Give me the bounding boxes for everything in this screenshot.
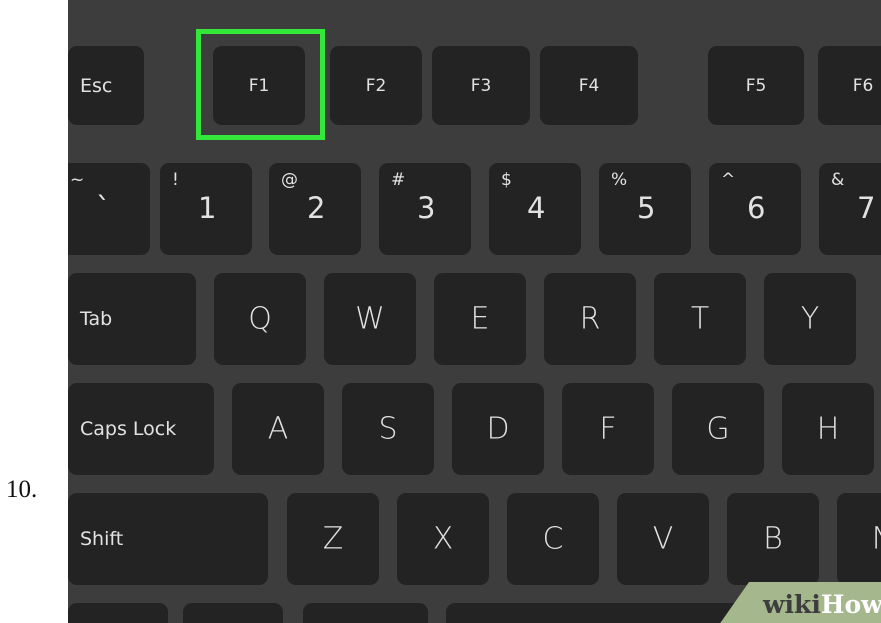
key-b: B xyxy=(727,493,819,585)
key-1: ! 1 xyxy=(160,163,252,255)
key-g: G xyxy=(672,383,764,475)
key-r: R xyxy=(544,273,636,365)
key-a: A xyxy=(232,383,324,475)
key-backtick: ~ ` xyxy=(68,163,150,255)
key-t: T xyxy=(654,273,746,365)
key-z: Z xyxy=(287,493,379,585)
key-tab: Tab xyxy=(68,273,196,365)
key-shift: Shift xyxy=(68,493,268,585)
key-n: N xyxy=(837,493,881,585)
key-q: Q xyxy=(214,273,306,365)
key-x: X xyxy=(397,493,489,585)
wikihow-watermark: wikiHow xyxy=(763,590,881,619)
key-caps-lock: Caps Lock xyxy=(68,383,214,475)
key-f: F xyxy=(562,383,654,475)
key-bottom-2 xyxy=(183,603,283,623)
key-y: Y xyxy=(764,273,856,365)
key-c: C xyxy=(507,493,599,585)
step-number: 10. xyxy=(6,476,38,503)
key-s: S xyxy=(342,383,434,475)
key-f4: F4 xyxy=(540,46,638,125)
keyboard-image: Esc F1 F2 F3 F4 F5 F6 ~ ` ! 1 @2 #3 $4 % 5 … xyxy=(68,0,881,623)
key-esc: Esc xyxy=(68,46,144,125)
key-h: H xyxy=(782,383,874,475)
key-f6: F6 xyxy=(818,46,881,125)
key-6: ^ 6 xyxy=(709,163,801,255)
key-4: $4 xyxy=(489,163,581,255)
key-7: & 7 xyxy=(819,163,881,255)
key-e: E xyxy=(434,273,526,365)
key-v: V xyxy=(617,493,709,585)
key-3: #3 xyxy=(379,163,471,255)
key-f3: F3 xyxy=(432,46,530,125)
key-f2: F2 xyxy=(330,46,422,125)
key-w: W xyxy=(324,273,416,365)
key-bottom-1 xyxy=(68,603,168,623)
key-bottom-3 xyxy=(303,603,428,623)
key-2: @2 xyxy=(269,163,361,255)
f1-highlight-box xyxy=(196,29,325,140)
key-d: D xyxy=(452,383,544,475)
key-f5: F5 xyxy=(708,46,804,125)
key-5: % 5 xyxy=(599,163,691,255)
